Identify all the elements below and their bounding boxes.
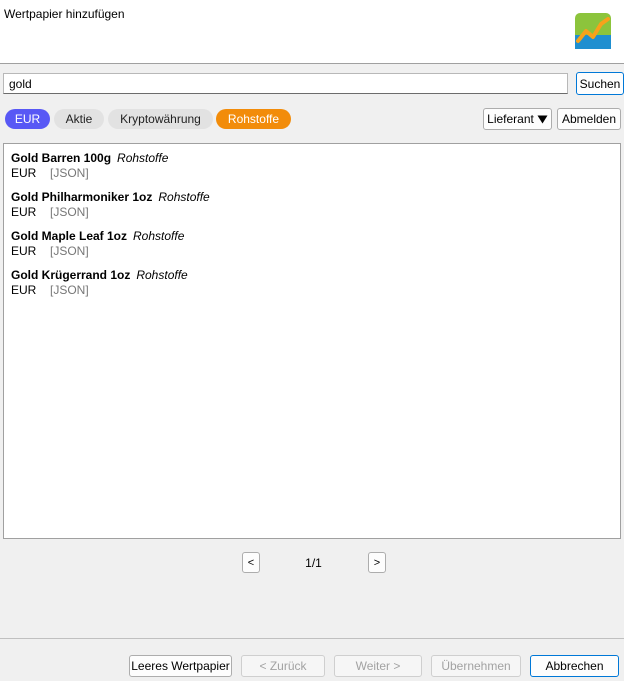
result-source: [JSON] — [50, 244, 89, 258]
provider-label: Lieferant — [487, 112, 534, 126]
search-input[interactable] — [3, 73, 568, 94]
result-item[interactable]: Gold Maple Leaf 1oz Rohstoffe EUR [JSON] — [11, 229, 571, 265]
result-currency: EUR — [11, 205, 37, 219]
cancel-button[interactable]: Abbrechen — [530, 655, 619, 677]
result-item[interactable]: Gold Philharmoniker 1oz Rohstoffe EUR [JS… — [11, 190, 571, 226]
dialog-title: Wertpapier hinzufügen — [4, 7, 125, 21]
results-list: Gold Barren 100g Rohstoffe EUR [JSON] Gol… — [3, 143, 621, 539]
result-item[interactable]: Gold Barren 100g Rohstoffe EUR [JSON] — [11, 151, 571, 187]
result-currency: EUR — [11, 244, 37, 258]
filter-chip-aktie[interactable]: Aktie — [54, 109, 104, 129]
result-type: Rohstoffe — [158, 190, 210, 204]
triangle-down-icon — [537, 115, 548, 123]
back-button[interactable]: < Zurück — [241, 655, 325, 677]
result-currency: EUR — [11, 283, 37, 297]
result-type: Rohstoffe — [133, 229, 185, 243]
logout-button[interactable]: Abmelden — [557, 108, 621, 130]
app-logo-icon — [575, 13, 611, 49]
empty-security-button[interactable]: Leeres Wertpapier — [129, 655, 232, 677]
dialog-footer: Leeres Wertpapier < Zurück Weiter > Über… — [0, 638, 624, 681]
result-name: Gold Krügerrand 1oz Rohstoffe — [11, 268, 188, 282]
result-source: [JSON] — [50, 283, 89, 297]
result-name: Gold Philharmoniker 1oz Rohstoffe — [11, 190, 210, 204]
result-source: [JSON] — [50, 166, 89, 180]
previous-page-button[interactable]: < — [242, 552, 260, 573]
filter-chip-eur[interactable]: EUR — [5, 109, 50, 129]
result-type: Rohstoffe — [136, 268, 188, 282]
page-indicator: 1/1 — [305, 556, 322, 570]
filter-chip-rohstoffe[interactable]: Rohstoffe — [216, 109, 291, 129]
search-button[interactable]: Suchen — [576, 72, 624, 95]
next-button[interactable]: Weiter > — [334, 655, 422, 677]
result-source: [JSON] — [50, 205, 89, 219]
dialog-header: Wertpapier hinzufügen — [0, 0, 624, 64]
result-currency: EUR — [11, 166, 37, 180]
provider-dropdown[interactable]: Lieferant — [483, 108, 552, 130]
filter-chip-kryptowaehrung[interactable]: Kryptowährung — [108, 109, 213, 129]
result-name: Gold Barren 100g Rohstoffe — [11, 151, 169, 165]
result-type: Rohstoffe — [117, 151, 169, 165]
result-name: Gold Maple Leaf 1oz Rohstoffe — [11, 229, 185, 243]
apply-button[interactable]: Übernehmen — [431, 655, 521, 677]
result-item[interactable]: Gold Krügerrand 1oz Rohstoffe EUR [JSON] — [11, 268, 571, 304]
next-page-button[interactable]: > — [368, 552, 386, 573]
